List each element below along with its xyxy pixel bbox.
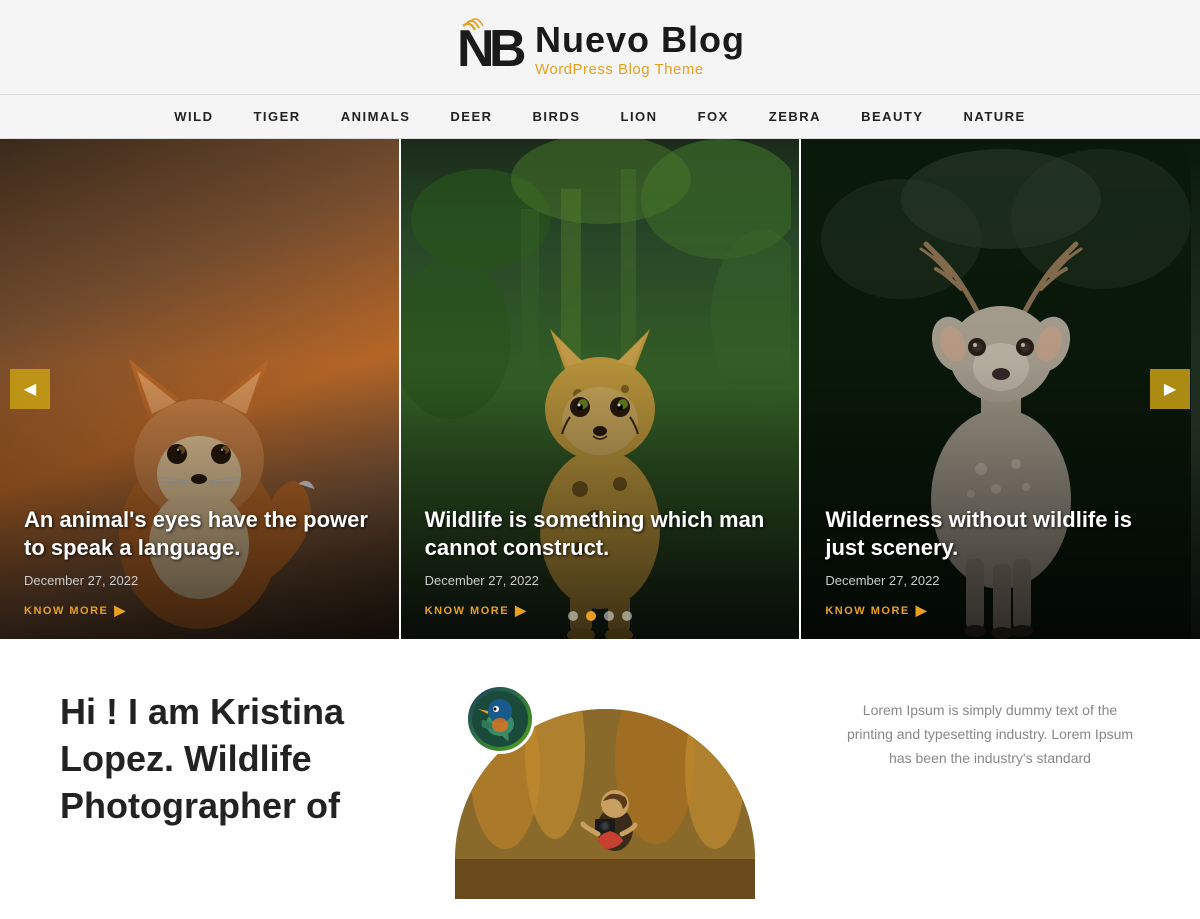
- slide-date-cheetah: December 27, 2022: [425, 573, 776, 588]
- about-section: Hi ! I am Kristina Lopez. Wildlife Photo…: [0, 639, 1200, 919]
- nav-item-zebra[interactable]: ZEBRA: [769, 109, 821, 124]
- lorem-text: Lorem Ipsum is simply dummy text of the …: [840, 699, 1140, 770]
- slide-title-fox: An animal's eyes have the power to speak…: [24, 506, 375, 563]
- site-header: N B Nuevo Blog WordPress Blog Theme: [0, 0, 1200, 95]
- slide-content-deer: Wilderness without wildlife is just scen…: [801, 486, 1200, 639]
- about-right: Lorem Ipsum is simply dummy text of the …: [840, 689, 1140, 770]
- prev-arrow-icon: ◀: [24, 379, 36, 399]
- photo-container: [455, 689, 765, 879]
- nav-item-fox[interactable]: FOX: [698, 109, 729, 124]
- slider-next-button[interactable]: ▶: [1150, 369, 1190, 409]
- nav-item-beauty[interactable]: BEAUTY: [861, 109, 923, 124]
- slider-dot-1[interactable]: [568, 611, 578, 621]
- about-title: Hi ! I am Kristina Lopez. Wildlife Photo…: [60, 689, 380, 829]
- nav-item-nature[interactable]: NATURE: [964, 109, 1026, 124]
- logo[interactable]: N B Nuevo Blog WordPress Blog Theme: [455, 18, 745, 78]
- slide-title-deer: Wilderness without wildlife is just scen…: [825, 506, 1176, 563]
- slider-prev-button[interactable]: ◀: [10, 369, 50, 409]
- nav-item-birds[interactable]: BIRDS: [533, 109, 581, 124]
- slider-dots: [568, 611, 632, 621]
- logo-title: Nuevo Blog: [535, 19, 745, 61]
- slider-dot-4[interactable]: [622, 611, 632, 621]
- slide-link-deer[interactable]: KNOW MORE ▶: [825, 602, 1176, 619]
- main-nav: WILD TIGER ANIMALS DEER BIRDS LION FOX Z…: [0, 95, 1200, 139]
- slide-date-deer: December 27, 2022: [825, 573, 1176, 588]
- nav-item-lion[interactable]: LION: [621, 109, 658, 124]
- nav-item-deer[interactable]: DEER: [450, 109, 492, 124]
- slide-panel-deer: Wilderness without wildlife is just scen…: [799, 139, 1200, 639]
- slide-content-fox: An animal's eyes have the power to speak…: [0, 486, 399, 639]
- slide-link-arrow-cheetah: ▶: [515, 602, 527, 619]
- slide-title-cheetah: Wildlife is something which man cannot c…: [425, 506, 776, 563]
- logo-text: Nuevo Blog WordPress Blog Theme: [535, 19, 745, 78]
- about-center: [440, 689, 780, 879]
- hero-slider: An animal's eyes have the power to speak…: [0, 139, 1200, 639]
- next-arrow-icon: ▶: [1164, 379, 1176, 399]
- slide-panel-cheetah: Wildlife is something which man cannot c…: [399, 139, 800, 639]
- bird-icon: [470, 689, 530, 749]
- logo-subtitle: WordPress Blog Theme: [535, 61, 745, 78]
- slider-dot-3[interactable]: [604, 611, 614, 621]
- slide-date-fox: December 27, 2022: [24, 573, 375, 588]
- slide-link-fox[interactable]: KNOW MORE ▶: [24, 602, 375, 619]
- nav-item-wild[interactable]: WILD: [174, 109, 213, 124]
- bird-avatar: [465, 684, 535, 754]
- slide-link-arrow-fox: ▶: [114, 602, 126, 619]
- slide-link-arrow-deer: ▶: [916, 602, 928, 619]
- slide-panel-fox: An animal's eyes have the power to speak…: [0, 139, 399, 639]
- about-left: Hi ! I am Kristina Lopez. Wildlife Photo…: [60, 689, 380, 829]
- slider-dot-2[interactable]: [586, 611, 596, 621]
- svg-text:B: B: [489, 20, 525, 78]
- logo-icon: N B: [455, 18, 525, 78]
- nav-item-tiger[interactable]: TIGER: [253, 109, 300, 124]
- nav-item-animals[interactable]: ANIMALS: [341, 109, 411, 124]
